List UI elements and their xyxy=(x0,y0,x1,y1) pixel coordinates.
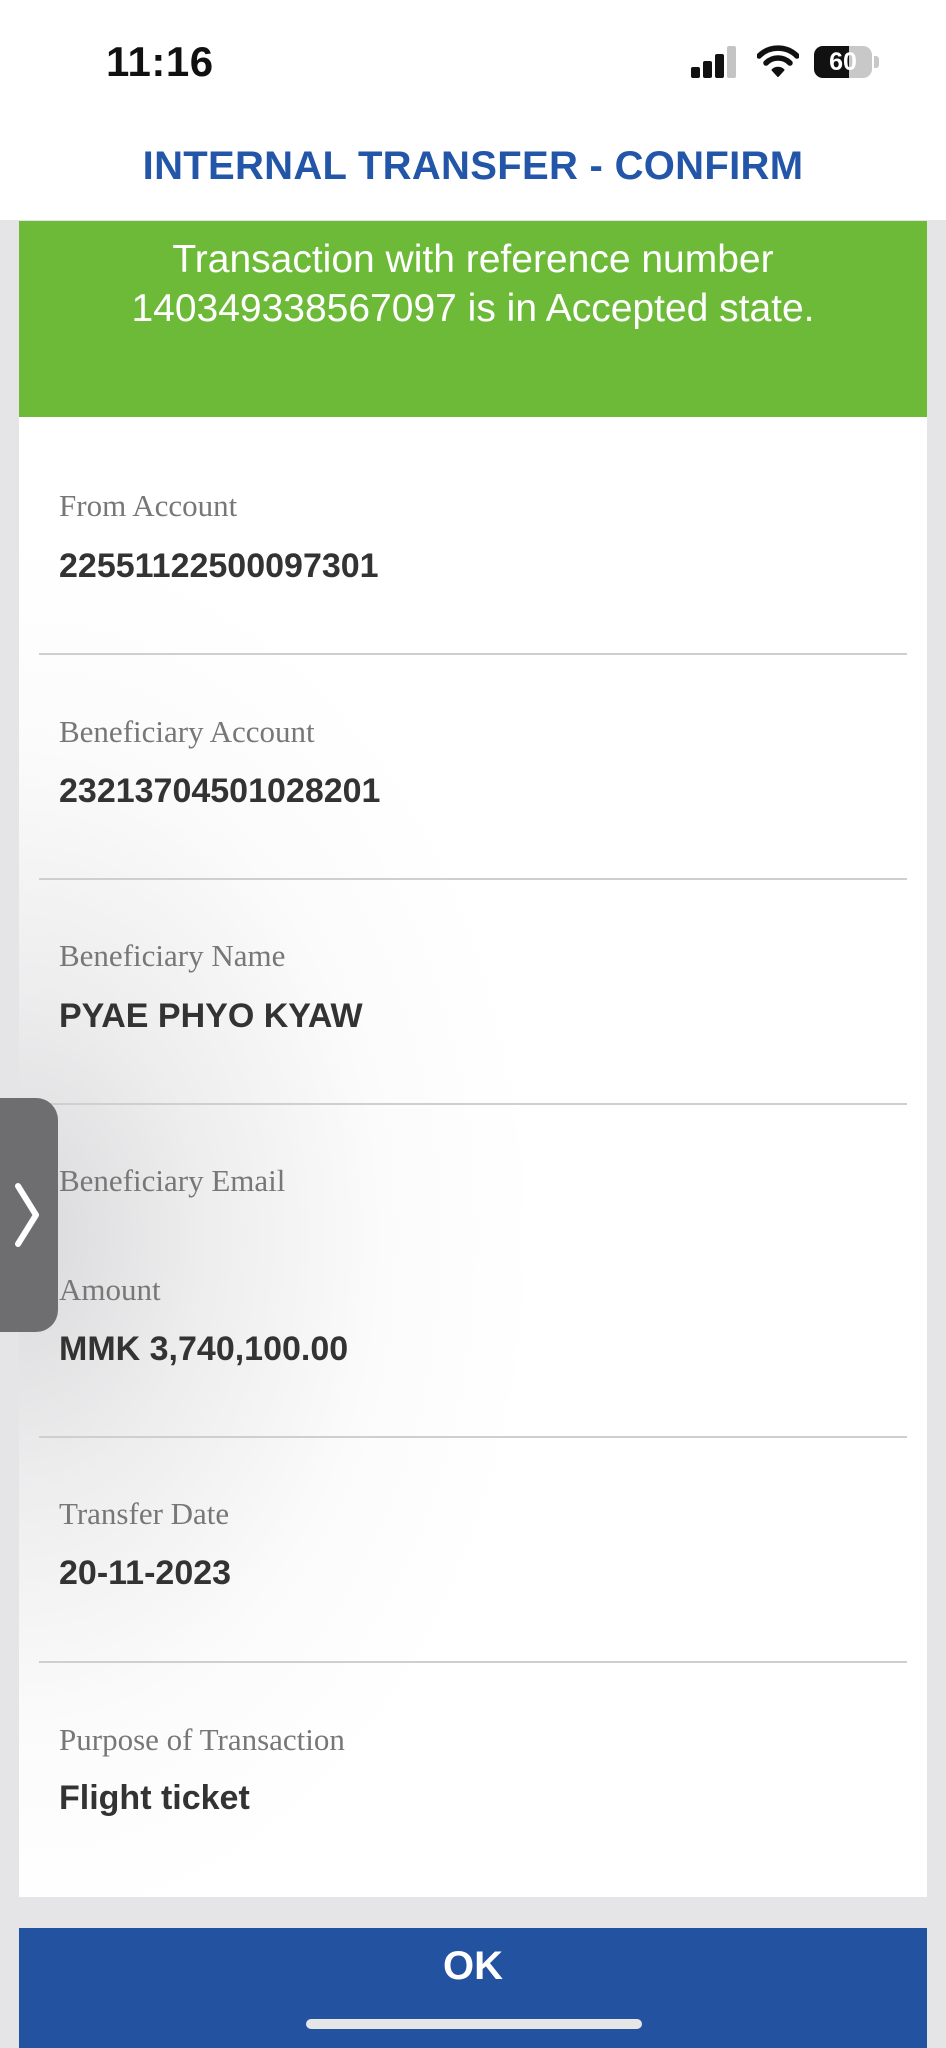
amount-field: Amount MMK 3,740,100.00 xyxy=(19,1215,927,1435)
cellular-signal-icon xyxy=(691,45,737,78)
from-account-label: From Account xyxy=(59,488,238,523)
beneficiary-account-label: Beneficiary Account xyxy=(59,714,315,749)
from-account-value: 22551122500097301 xyxy=(59,547,379,585)
banner-message: Transaction with reference number 140349… xyxy=(131,238,815,330)
ok-button[interactable]: OK xyxy=(19,1928,927,2048)
beneficiary-name-label: Beneficiary Name xyxy=(59,938,286,973)
purpose-field: Purpose of Transaction Flight ticket xyxy=(19,1663,927,1897)
from-account-field: From Account 22551122500097301 xyxy=(19,417,927,655)
transfer-date-label: Transfer Date xyxy=(59,1496,230,1531)
chevron-right-icon xyxy=(15,1183,39,1247)
beneficiary-email-label: Beneficiary Email xyxy=(59,1163,286,1198)
wifi-icon xyxy=(756,44,800,78)
header: INTERNAL TRANSFER - CONFIRM xyxy=(0,120,946,220)
purpose-value: Flight ticket xyxy=(59,1779,250,1817)
status-time: 11:16 xyxy=(106,38,214,85)
battery-icon: 60 xyxy=(814,46,880,78)
beneficiary-email-field: Beneficiary Email xyxy=(19,1105,927,1215)
transfer-date-field: Transfer Date 20-11-2023 xyxy=(19,1438,927,1662)
beneficiary-name-value: PYAE PHYO KYAW xyxy=(59,997,363,1035)
beneficiary-account-field: Beneficiary Account 23213704501028201 xyxy=(19,655,927,879)
ok-button-label: OK xyxy=(443,1944,503,1988)
purpose-label: Purpose of Transaction xyxy=(59,1722,345,1757)
beneficiary-name-field: Beneficiary Name PYAE PHYO KYAW xyxy=(19,880,927,1104)
amount-label: Amount xyxy=(59,1272,161,1307)
page-title: INTERNAL TRANSFER - CONFIRM xyxy=(142,144,804,188)
transfer-date-value: 20-11-2023 xyxy=(59,1554,232,1592)
status-banner: Transaction with reference number 140349… xyxy=(19,221,927,417)
amount-value: MMK 3,740,100.00 xyxy=(59,1330,349,1368)
battery-level: 60 xyxy=(829,48,857,76)
status-bar: 11:16 60 xyxy=(0,0,946,120)
side-drawer-handle[interactable] xyxy=(0,1098,58,1332)
beneficiary-account-value: 23213704501028201 xyxy=(59,772,381,810)
transfer-details-card: From Account 22551122500097301 Beneficia… xyxy=(19,417,927,1897)
home-indicator[interactable] xyxy=(306,2019,642,2029)
